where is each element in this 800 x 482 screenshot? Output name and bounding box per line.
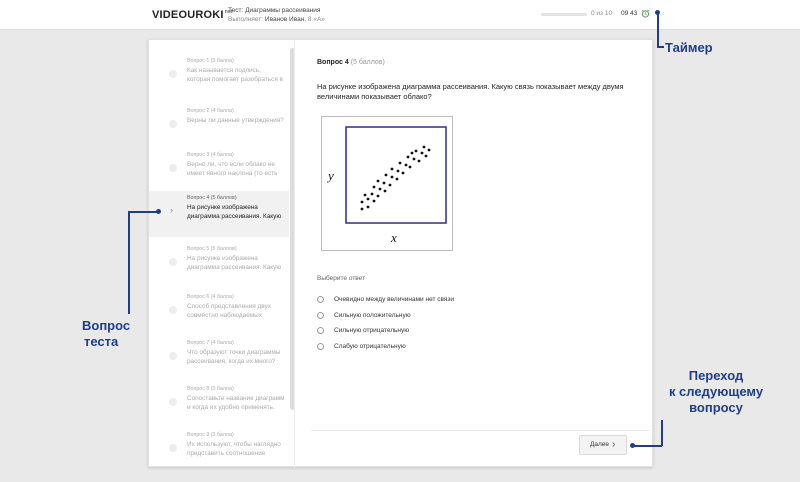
radio-button[interactable] — [317, 343, 324, 350]
timer: 09 43 — [621, 10, 638, 17]
question-number: Вопрос 1 (3 балла) — [187, 58, 234, 64]
y-axis-label: y — [326, 168, 334, 183]
question-preview: Способ представления двух совместно набл… — [187, 303, 271, 319]
question-number: Вопрос 3 (4 балла) — [187, 152, 234, 158]
question-number: Вопрос 2 (4 балла) — [187, 108, 234, 114]
question-list-item-active[interactable]: › Вопрос 4 (5 баллов) На рисунке изображ… — [149, 191, 289, 237]
test-name: Диаграммы рассеивания — [245, 7, 321, 14]
question-number: Вопрос 4 — [317, 59, 349, 66]
question-list-item[interactable]: Вопрос 2 (4 балла) Верны ли данные утвер… — [149, 104, 289, 150]
question-number: Вопрос 7 (4 балла) — [187, 340, 234, 346]
question-list-item[interactable]: Вопрос 6 (4 балла) Способ представления … — [149, 290, 289, 336]
next-button-label: Далее — [590, 441, 610, 448]
question-list-item[interactable]: Вопрос 5 (5 баллов) На рисунке изображен… — [149, 242, 289, 288]
status-dot — [169, 70, 177, 78]
question-number: Вопрос 6 (4 балла) — [187, 294, 234, 300]
question-points: (5 баллов) — [350, 59, 385, 66]
logo-text: VIDEOUROKI — [152, 9, 224, 21]
question-preview: Что образуют точки диаграммы рассеивания… — [187, 349, 281, 365]
callout-question: Вопрос теста — [82, 318, 130, 350]
question-preview: Как называется подпись, которая помогает… — [187, 67, 283, 83]
callout-line — [632, 445, 662, 447]
status-dot — [169, 444, 177, 452]
alarm-clock-icon — [641, 9, 650, 18]
status-dot — [169, 398, 177, 406]
question-preview: На рисунке изображена диаграмма рассеива… — [187, 204, 282, 220]
callout-line — [128, 211, 158, 213]
answer-option-label: Слабую отрицательную — [334, 343, 406, 350]
answer-option[interactable]: Сильную отрицательную — [317, 326, 517, 336]
test-card: Вопрос 1 (3 балла) Как называется подпис… — [148, 39, 653, 468]
performer-class: , 8 «А» — [304, 16, 325, 23]
progress-text: 0 из 10 — [591, 10, 613, 17]
status-dot — [169, 258, 177, 266]
status-dot — [169, 164, 177, 172]
radio-button[interactable] — [317, 296, 324, 303]
question-list-item[interactable]: Вопрос 3 (4 балла) Верно ли, что если об… — [149, 148, 289, 194]
answer-option[interactable]: Сильную положительную — [317, 311, 517, 321]
divider — [311, 430, 651, 431]
question-preview: Верны ли данные утверждения? — [187, 117, 284, 124]
performer-name: Иванов Иван — [264, 16, 305, 23]
question-list-item[interactable]: Вопрос 1 (3 балла) Как называется подпис… — [149, 54, 289, 100]
next-button[interactable]: Далее › — [579, 435, 627, 455]
test-info: Тест: Диаграммы рассеивания Выполняет: И… — [228, 6, 325, 24]
callout-line — [657, 12, 659, 47]
top-bar: VIDEOUROKInet Тест: Диаграммы рассеивани… — [0, 0, 800, 30]
status-dot — [169, 352, 177, 360]
logo[interactable]: VIDEOUROKInet — [152, 9, 233, 21]
answer-option-label: Сильную положительную — [334, 312, 411, 319]
question-number: Вопрос 4 (5 баллов) — [187, 195, 237, 201]
question-number: Вопрос 5 (5 баллов) — [187, 246, 237, 252]
question-preview: Их используют, чтобы наглядно представит… — [187, 441, 281, 457]
answer-option-label: Сильную отрицательную — [334, 327, 410, 334]
question-preview: Сопоставьте название диаграмм и когда их… — [187, 395, 285, 411]
callout-line — [661, 420, 663, 446]
status-dot — [169, 306, 177, 314]
callout-next: Переход к следующему вопросу — [666, 368, 766, 416]
scrollbar[interactable] — [290, 48, 294, 410]
scatter-diagram-image: y x — [321, 116, 453, 251]
callout-next-line2: к следующему — [668, 384, 764, 399]
callout-line — [128, 211, 130, 314]
question-list-item[interactable]: Вопрос 8 (3 балла) Сопоставьте название … — [149, 382, 289, 428]
status-dot — [169, 120, 177, 128]
answer-option[interactable]: Очевидно между величинами нет связи — [317, 295, 517, 305]
performer-prefix: Выполняет: — [228, 16, 264, 23]
test-prefix: Тест: — [228, 7, 244, 14]
question-preview: На рисунке изображена диаграмма рассеива… — [187, 255, 282, 271]
x-axis-label: x — [390, 230, 397, 245]
question-list-item[interactable]: Вопрос 7 (4 балла) Что образуют точки ди… — [149, 336, 289, 382]
callout-question-line1: Вопрос — [82, 318, 131, 333]
callout-next-line1: Переход — [688, 368, 744, 383]
question-list-item[interactable]: Вопрос 9 (3 балла) Их используют, чтобы … — [149, 428, 289, 468]
question-preview: Верно ли, что если облако не имеет явног… — [187, 161, 278, 177]
question-title: Вопрос 4 (5 баллов) — [317, 59, 385, 66]
progress-bar — [541, 13, 587, 16]
callout-line — [657, 46, 664, 48]
answer-label: Выберите ответ — [317, 275, 366, 282]
callout-question-line2: теста — [84, 334, 119, 349]
question-list: Вопрос 1 (3 балла) Как называется подпис… — [149, 40, 295, 468]
radio-button[interactable] — [317, 327, 324, 334]
answer-option[interactable]: Слабую отрицательную — [317, 342, 517, 352]
answer-option-label: Очевидно между величинами нет связи — [334, 296, 455, 303]
question-number: Вопрос 9 (3 балла) — [187, 432, 234, 438]
radio-button[interactable] — [317, 312, 324, 319]
callout-timer: Таймер — [665, 40, 713, 55]
question-number: Вопрос 8 (3 балла) — [187, 386, 234, 392]
chevron-right-icon: › — [170, 205, 173, 215]
callout-next-line3: вопросу — [689, 400, 743, 415]
question-text: На рисунке изображена диаграмма рассеива… — [317, 82, 624, 101]
chevron-right-icon: › — [612, 439, 616, 450]
